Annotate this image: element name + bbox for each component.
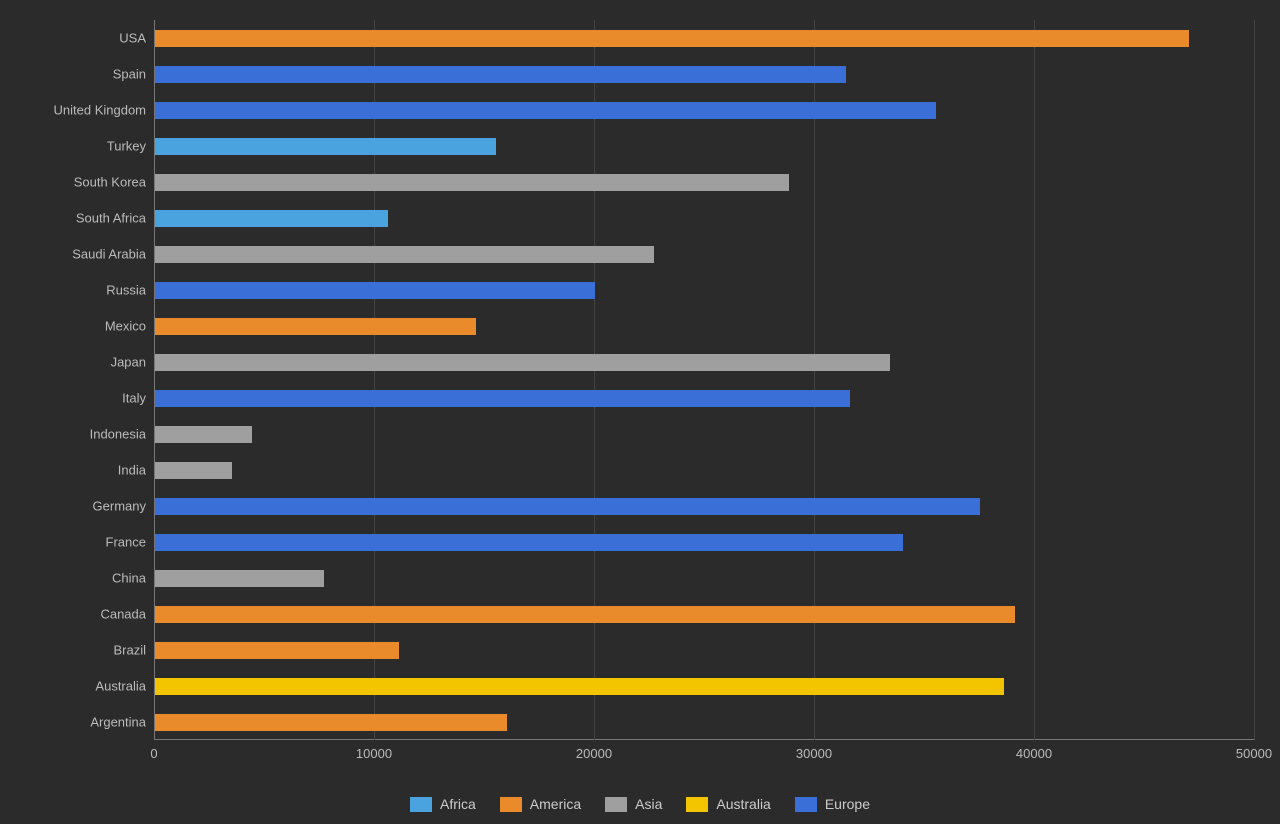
grid-line [1034, 20, 1035, 740]
bar [155, 318, 476, 335]
bar [155, 462, 232, 479]
y-tick-label: Turkey [6, 139, 146, 154]
y-tick-label: South Korea [6, 175, 146, 190]
x-tick-label: 20000 [576, 746, 612, 761]
grid-line [374, 20, 375, 740]
legend-item[interactable]: Asia [605, 796, 662, 812]
x-tick-label: 40000 [1016, 746, 1052, 761]
legend-swatch [795, 797, 817, 812]
bar [155, 174, 789, 191]
grid-line [814, 20, 815, 740]
y-tick-label: Saudi Arabia [6, 247, 146, 262]
y-tick-label: Spain [6, 67, 146, 82]
y-tick-label: Australia [6, 679, 146, 694]
bar [155, 426, 252, 443]
bar [155, 138, 496, 155]
legend-label: Australia [716, 796, 770, 812]
x-tick-label: 0 [150, 746, 157, 761]
bar [155, 534, 903, 551]
legend-item[interactable]: America [500, 796, 581, 812]
y-tick-label: United Kingdom [6, 103, 146, 118]
y-tick-label: Brazil [6, 643, 146, 658]
x-axis-line [154, 739, 1254, 740]
y-tick-label: South Africa [6, 211, 146, 226]
y-tick-label: India [6, 463, 146, 478]
y-tick-label: Mexico [6, 319, 146, 334]
x-tick-label: 30000 [796, 746, 832, 761]
bar [155, 390, 850, 407]
y-tick-label: France [6, 535, 146, 550]
legend-swatch [410, 797, 432, 812]
legend-swatch [605, 797, 627, 812]
y-tick-label: Germany [6, 499, 146, 514]
y-tick-label: Russia [6, 283, 146, 298]
bar [155, 678, 1004, 695]
y-axis-line [154, 20, 155, 740]
y-tick-label: Argentina [6, 715, 146, 730]
grid-line [1254, 20, 1255, 740]
legend-label: America [530, 796, 581, 812]
x-tick-label: 10000 [356, 746, 392, 761]
grid-line [594, 20, 595, 740]
y-tick-label: Italy [6, 391, 146, 406]
bar [155, 642, 399, 659]
legend-swatch [500, 797, 522, 812]
bar [155, 282, 595, 299]
legend-label: Africa [440, 796, 476, 812]
legend-item[interactable]: Africa [410, 796, 476, 812]
chart-container: USA Spain United Kingdom Turkey South Korea S… [0, 0, 1280, 824]
x-tick-label: 50000 [1236, 746, 1272, 761]
legend-item[interactable]: Australia [686, 796, 770, 812]
y-tick-label: Japan [6, 355, 146, 370]
bar [155, 498, 980, 515]
legend-swatch [686, 797, 708, 812]
y-tick-label: Canada [6, 607, 146, 622]
y-tick-label: USA [6, 31, 146, 46]
bar [155, 714, 507, 731]
bar [155, 246, 654, 263]
bar [155, 354, 890, 371]
legend: Africa America Asia Australia Europe [0, 796, 1280, 812]
y-tick-label: China [6, 571, 146, 586]
legend-item[interactable]: Europe [795, 796, 870, 812]
bar [155, 102, 936, 119]
bar [155, 66, 846, 83]
bar [155, 570, 324, 587]
bar [155, 210, 388, 227]
y-tick-label: Indonesia [6, 427, 146, 442]
bar [155, 30, 1189, 47]
legend-label: Europe [825, 796, 870, 812]
bar [155, 606, 1015, 623]
plot-area [154, 20, 1254, 740]
legend-label: Asia [635, 796, 662, 812]
